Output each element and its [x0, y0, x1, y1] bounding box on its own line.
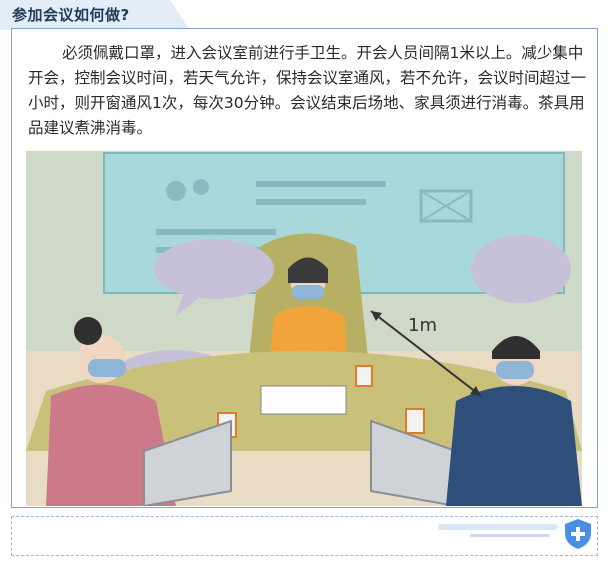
speech-bubble-right	[471, 235, 571, 303]
meeting-illustration: 1m	[26, 151, 582, 506]
right-person	[446, 386, 582, 506]
footer-decoration	[438, 524, 558, 530]
guidance-paragraph: 必须佩戴口罩，进入会议室前进行手卫生。开会人员间隔1米以上。减少集中开会，控制会…	[28, 41, 593, 141]
paragraph-text: 必须佩戴口罩，进入会议室前进行手卫生。开会人员间隔1米以上。减少集中开会，控制会…	[28, 44, 587, 137]
speech-bubble-left	[154, 239, 274, 299]
content-card: 必须佩戴口罩，进入会议室前进行手卫生。开会人员间隔1米以上。减少集中开会，控制会…	[11, 28, 598, 508]
shield-plus-icon	[565, 519, 591, 549]
cup	[405, 408, 425, 434]
distance-label: 1m	[408, 315, 437, 336]
page-title: 参加会议如何做?	[12, 6, 130, 24]
cup	[355, 365, 373, 387]
footer-decoration	[470, 534, 550, 537]
